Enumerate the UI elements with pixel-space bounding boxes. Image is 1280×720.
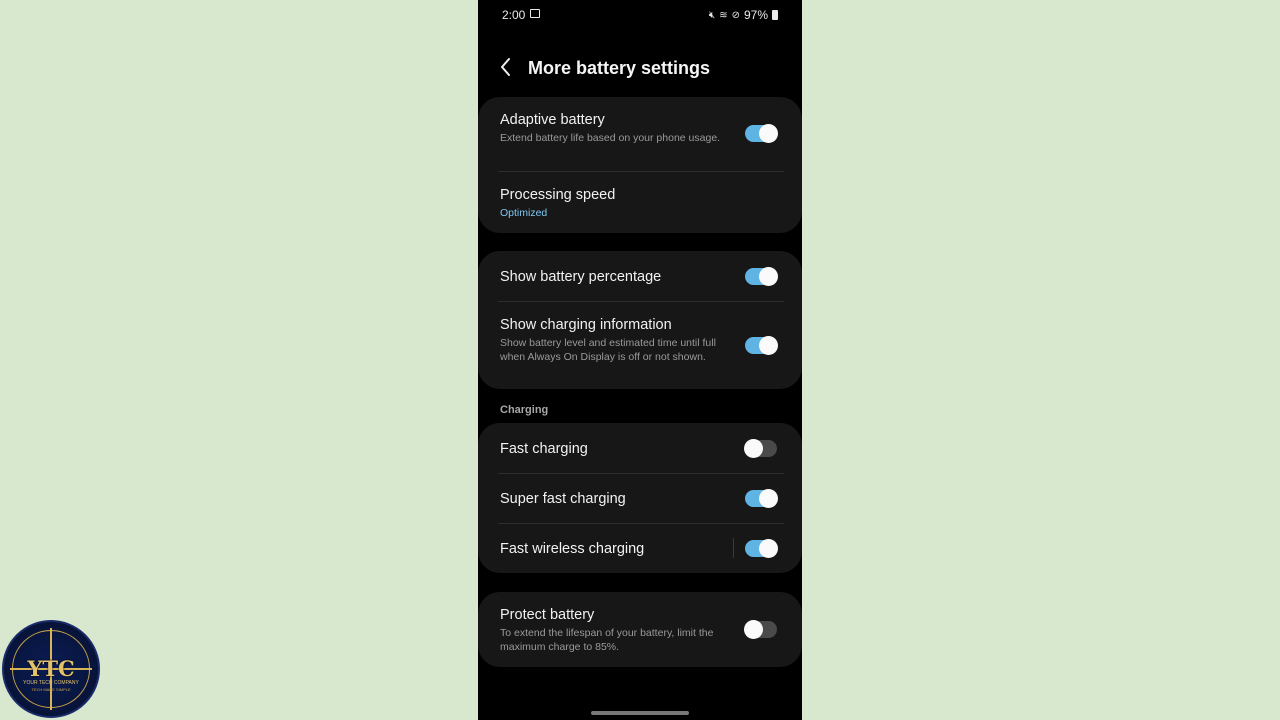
super-fast-charging-toggle[interactable]: [745, 489, 778, 508]
logo-subtagline: TECH MADE SIMPLE: [31, 687, 71, 692]
fast-charging-toggle[interactable]: [744, 439, 777, 458]
card-battery-usage: Adaptive battery Extend battery life bas…: [478, 97, 802, 233]
setting-value: Optimized: [500, 207, 548, 219]
show-battery-percentage-toggle[interactable]: [745, 267, 778, 286]
toggle-knob: [759, 336, 778, 355]
setting-subtitle: Show battery level and estimated time un…: [500, 337, 716, 363]
setting-protect-battery[interactable]: Protect battery To extend the lifespan o…: [478, 592, 802, 667]
setting-fast-wireless-charging[interactable]: Fast wireless charging: [478, 524, 802, 573]
vertical-separator: [733, 538, 734, 558]
setting-title: Super fast charging: [500, 491, 626, 507]
image-icon: [530, 9, 540, 18]
toggle-knob: [759, 124, 778, 143]
status-time: 2:00: [502, 8, 526, 22]
setting-adaptive-battery[interactable]: Adaptive battery Extend battery life bas…: [478, 97, 802, 171]
toggle-knob: [759, 267, 778, 286]
logo-tagline: YOUR TECH COMPANY: [23, 680, 79, 686]
setting-subtitle: Extend battery life based on your phone …: [500, 132, 721, 144]
setting-subtitle: To extend the lifespan of your battery, …: [500, 627, 714, 653]
channel-logo: YTC YOUR TECH COMPANY TECH MADE SIMPLE: [2, 620, 100, 718]
toggle-knob: [759, 489, 778, 508]
adaptive-battery-toggle[interactable]: [745, 124, 778, 143]
setting-processing-speed[interactable]: Processing speed Optimized: [478, 172, 802, 233]
setting-title: Protect battery: [500, 607, 595, 623]
setting-title: Fast wireless charging: [500, 541, 645, 557]
show-charging-information-toggle[interactable]: [745, 336, 778, 355]
setting-fast-charging[interactable]: Fast charging: [478, 423, 802, 473]
phone-screen: 2:00 🔇︎ ≋ ⊘ 97% More battery settings Ad…: [478, 0, 802, 720]
setting-title: Fast charging: [500, 441, 588, 457]
mute-icon: 🔇︎: [708, 9, 716, 21]
dnd-icon: ⊘: [731, 9, 740, 21]
battery-icon: [772, 10, 778, 20]
fast-wireless-charging-toggle[interactable]: [745, 539, 778, 558]
card-charging: Fast charging Super fast charging Fast w…: [478, 423, 802, 573]
setting-super-fast-charging[interactable]: Super fast charging: [478, 474, 802, 523]
protect-battery-toggle[interactable]: [744, 620, 777, 639]
battery-percentage: 97%: [743, 8, 768, 22]
logo-text: YTC: [27, 656, 75, 681]
wifi-icon: ≋: [719, 9, 728, 21]
page-title: More battery settings: [528, 58, 711, 78]
home-indicator[interactable]: [591, 711, 689, 715]
card-display: Show battery percentage Show charging in…: [478, 251, 802, 389]
setting-title: Adaptive battery: [500, 112, 605, 128]
toggle-knob: [759, 539, 778, 558]
title-bar: More battery settings: [478, 48, 802, 88]
toggle-knob: [744, 620, 763, 639]
status-bar: 2:00 🔇︎ ≋ ⊘ 97%: [478, 0, 802, 30]
back-chevron-icon[interactable]: [498, 56, 514, 78]
setting-show-battery-percentage[interactable]: Show battery percentage: [478, 251, 802, 301]
setting-title: Processing speed: [500, 187, 616, 203]
setting-show-charging-information[interactable]: Show charging information Show battery l…: [478, 302, 802, 389]
setting-title: Show battery percentage: [500, 269, 662, 285]
card-protect: Protect battery To extend the lifespan o…: [478, 592, 802, 667]
setting-title: Show charging information: [500, 317, 672, 333]
toggle-knob: [744, 439, 763, 458]
section-header-charging: Charging: [500, 404, 549, 416]
